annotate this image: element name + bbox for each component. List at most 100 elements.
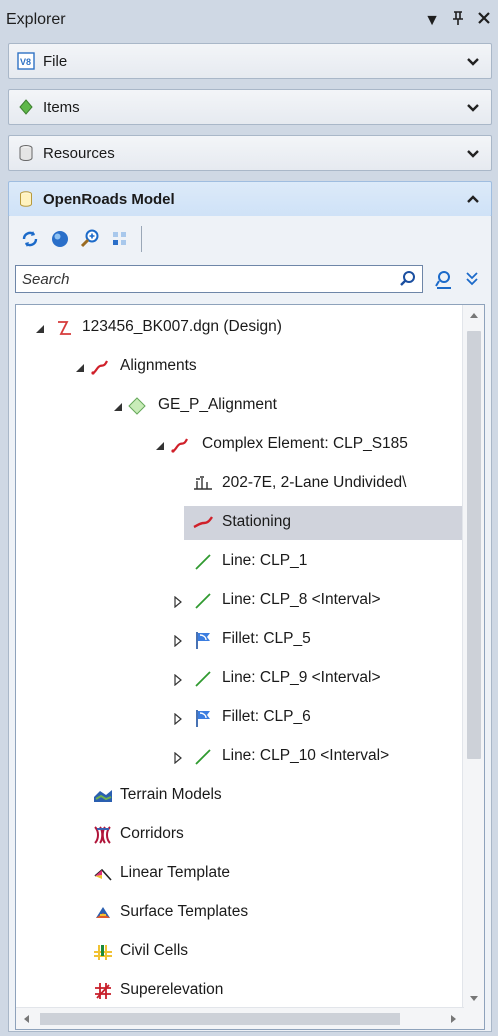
tree-node[interactable]: Surface Templates [16,896,462,930]
model-toolbar [17,224,142,254]
design-file-icon [54,317,76,339]
person-search-icon[interactable] [433,269,455,291]
tree-node[interactable]: Stationing [184,506,462,540]
model-tree: 123456_BK007.dgn (Design) Alignments GE_P_… [15,304,485,1030]
openroads-model-panel: 123456_BK007.dgn (Design) Alignments GE_P_… [8,216,492,1032]
scrollbar-thumb[interactable] [467,331,481,759]
line-icon [192,668,214,690]
fillet-icon [192,707,214,729]
section-label: Items [43,98,80,116]
tree-node[interactable]: Civil Cells [16,935,462,969]
expand-more-icon[interactable] [463,269,481,289]
superelevation-icon [92,980,114,1002]
globe-icon[interactable] [47,226,73,252]
tree-node[interactable]: Line: CLP_8 <Interval> [16,584,462,618]
scroll-right-icon[interactable] [448,1014,458,1024]
tree-node-label: Fillet: CLP_6 [222,708,311,725]
refresh-icon[interactable] [17,226,43,252]
section-label: File [43,52,68,70]
expand-triangle-icon[interactable] [172,751,184,765]
tree-node-label: Alignments [120,357,197,374]
tree-node-label: 123456_BK007.dgn (Design) [82,318,282,335]
search-input[interactable] [16,266,386,292]
pin-icon[interactable] [450,10,466,31]
scroll-down-icon[interactable] [469,993,479,1003]
green-diamond-icon [17,98,35,116]
tree-node[interactable]: Line: CLP_10 <Interval> [16,740,462,774]
section-items[interactable]: Items [8,89,492,125]
expand-triangle-icon[interactable] [172,712,184,726]
tree-node-label: Terrain Models [120,786,222,803]
collapse-triangle-icon[interactable] [34,322,46,334]
tree-node-label: GE_P_Alignment [158,396,277,413]
alignment-icon [170,434,192,456]
chevron-down-icon[interactable] [465,99,481,115]
search-icon[interactable] [398,269,418,289]
svg-text:V8: V8 [20,57,31,67]
collapse-triangle-icon[interactable] [112,400,124,412]
window-title: Explorer [6,11,66,28]
tree-node-label: Superelevation [120,981,224,998]
terrain-icon [92,785,114,807]
tree-node[interactable]: Terrain Models [16,779,462,813]
scroll-up-icon[interactable] [469,311,479,321]
tree-node[interactable]: Line: CLP_9 <Interval> [16,662,462,696]
surface-template-icon [92,902,114,924]
tree-node[interactable]: 202-7E, 2-Lane Undivided\ [16,467,462,501]
green-diamond-icon [126,395,148,417]
tree-node[interactable]: Complex Element: CLP_S185 [16,428,462,462]
tree-node[interactable]: Fillet: CLP_6 [16,701,462,735]
toolbar-separator [141,226,142,252]
database-icon [17,144,35,162]
cross-section-icon [192,473,214,495]
database-yellow-icon [17,190,35,208]
section-openroads-model[interactable]: OpenRoads Model [8,181,492,217]
tree-node-label: Fillet: CLP_5 [222,630,311,647]
expand-triangle-icon[interactable] [172,595,184,609]
tree-node-label: Stationing [222,513,291,530]
tree-node[interactable]: Superelevation [16,974,462,1008]
fillet-icon [192,629,214,651]
tree-node[interactable]: 123456_BK007.dgn (Design) [16,311,462,345]
expand-triangle-icon[interactable] [172,673,184,687]
line-icon [192,746,214,768]
section-label: OpenRoads Model [43,190,175,208]
collapse-triangle-icon[interactable] [74,361,86,373]
section-resources[interactable]: Resources [8,135,492,171]
zoom-icon[interactable] [77,226,103,252]
linear-template-icon [92,863,114,885]
scroll-left-icon[interactable] [22,1014,32,1024]
window-controls: ▼ [424,10,492,31]
chevron-down-icon[interactable] [465,53,481,69]
explorer-titlebar: Explorer ▼ [0,0,498,40]
tree-node-label: Linear Template [120,864,231,881]
alignment-icon [90,356,112,378]
chevron-down-icon[interactable] [465,145,481,161]
dropdown-icon[interactable]: ▼ [424,12,440,30]
grid-icon[interactable] [107,226,133,252]
tree-node[interactable]: Line: CLP_1 [16,545,462,579]
section-file[interactable]: V8 File [8,43,492,79]
scrollbar-thumb[interactable] [40,1013,400,1025]
tree-node[interactable]: Corridors [16,818,462,852]
line-icon [192,551,214,573]
tree-node[interactable]: GE_P_Alignment [16,389,462,423]
tree-node-label: Surface Templates [120,903,249,920]
tree-node-label: Complex Element: CLP_S185 [202,435,408,452]
tree-node-label: Corridors [120,825,184,842]
tree-node[interactable]: Alignments [16,350,462,384]
corridor-icon [92,824,114,846]
chevron-up-icon[interactable] [465,191,481,207]
v8-file-icon: V8 [17,52,35,70]
close-icon[interactable] [476,11,492,30]
section-label: Resources [43,144,115,162]
tree-node[interactable]: Fillet: CLP_5 [16,623,462,657]
civil-cells-icon [92,941,114,963]
tree-node-label: Civil Cells [120,942,189,959]
collapse-triangle-icon[interactable] [154,439,166,451]
expand-triangle-icon[interactable] [172,634,184,648]
vertical-scrollbar[interactable] [462,305,484,1029]
tree-node[interactable]: Linear Template [16,857,462,891]
tree-node-label: Line: CLP_10 <Interval> [222,747,390,764]
horizontal-scrollbar[interactable] [16,1007,464,1029]
